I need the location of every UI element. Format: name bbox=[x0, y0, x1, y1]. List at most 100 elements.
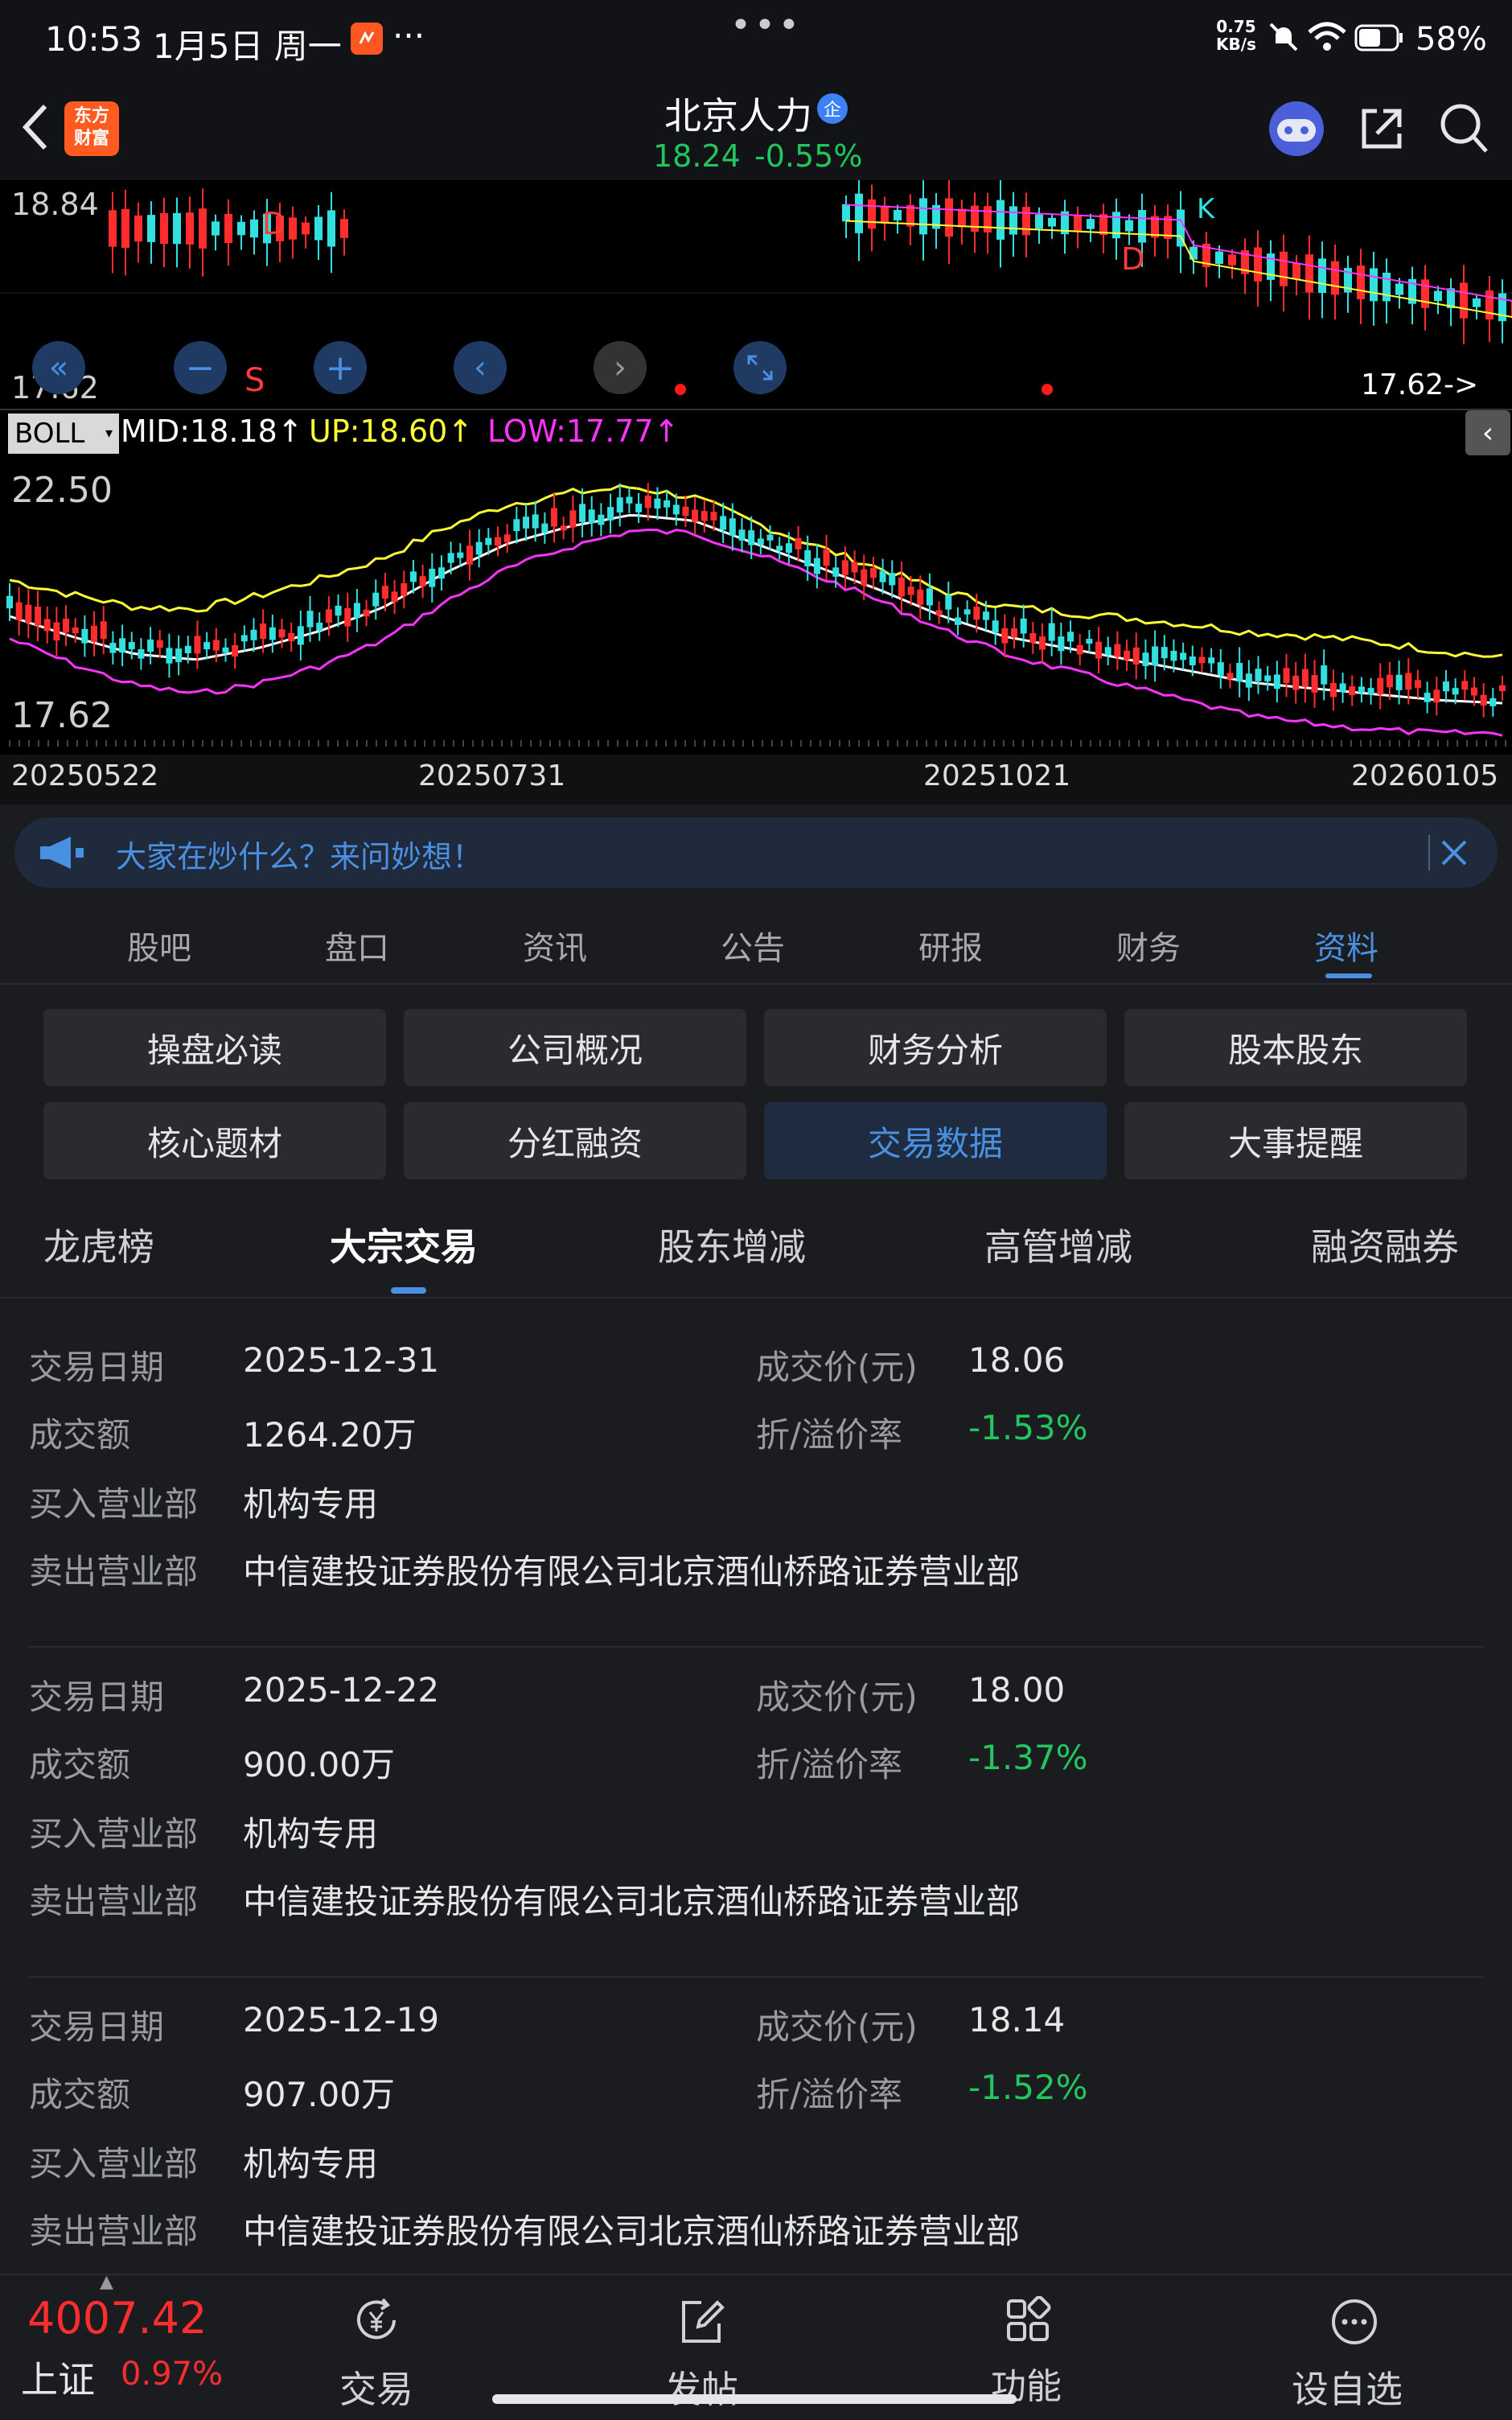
candle bbox=[119, 638, 126, 653]
grid-trading-data[interactable]: 交易数据 bbox=[764, 1102, 1107, 1179]
candle bbox=[503, 534, 511, 543]
grid-financial-analysis[interactable]: 财务分析 bbox=[764, 1009, 1107, 1086]
trading-data-subtabs: 龙虎榜 大宗交易 股东增减 高管增减 融资融券 bbox=[0, 1194, 1512, 1298]
grid-shareholders[interactable]: 股本股东 bbox=[1124, 1009, 1467, 1086]
tab-announcements[interactable]: 公告 bbox=[721, 922, 785, 969]
trade-premium: -1.52% bbox=[968, 2068, 1088, 2107]
kline-chart[interactable]: 18.84 17.62 D D K S 17.62-> « − + ‹ › BO… bbox=[0, 180, 1512, 805]
scroll-left-button[interactable]: ‹ bbox=[454, 341, 507, 394]
list-item[interactable]: 交易日期 2025-12-19 成交价(元) 18.14 成交额 907.00万… bbox=[0, 2000, 1512, 2274]
trade-amount: 900.00万 bbox=[243, 1745, 395, 1784]
label-seller: 卖出营业部 bbox=[29, 1882, 199, 1921]
label-trade-date: 交易日期 bbox=[29, 1348, 165, 1387]
notification-app-icon bbox=[351, 23, 383, 55]
last-low-pointer: 17.62-> bbox=[1361, 368, 1479, 401]
label-trade-date: 交易日期 bbox=[29, 1677, 165, 1717]
trade-buyer: 机构专用 bbox=[243, 2144, 379, 2183]
candle bbox=[1114, 644, 1121, 657]
subtab-shareholder-change[interactable]: 股东增减 bbox=[658, 1218, 806, 1271]
tab-pankou[interactable]: 盘口 bbox=[325, 922, 389, 969]
candle bbox=[222, 647, 229, 653]
candle bbox=[738, 529, 746, 541]
scroll-right-button[interactable]: › bbox=[594, 341, 647, 394]
candle bbox=[306, 611, 314, 628]
index-ticker[interactable]: ▲ 4007.42 上证 0.97% bbox=[0, 2272, 241, 2420]
list-item[interactable]: 交易日期 2025-12-22 成交价(元) 18.00 成交额 900.00万… bbox=[0, 1670, 1512, 1976]
candle bbox=[984, 206, 992, 233]
tab-research[interactable]: 研报 bbox=[918, 922, 983, 969]
tab-finance[interactable]: 财务 bbox=[1116, 922, 1181, 969]
candle bbox=[134, 215, 142, 242]
index-name: 上证 bbox=[21, 2358, 95, 2401]
grid-dividends[interactable]: 分红融资 bbox=[404, 1102, 746, 1179]
subtab-executive-change[interactable]: 高管增减 bbox=[984, 1218, 1132, 1271]
candle bbox=[1152, 646, 1159, 666]
ai-assistant-icon[interactable] bbox=[1266, 98, 1327, 159]
trade-button[interactable]: 交易 bbox=[322, 2275, 434, 2420]
candle bbox=[1311, 675, 1318, 693]
net-speed-unit: KB/s bbox=[1216, 35, 1256, 54]
candle bbox=[15, 602, 23, 620]
subtab-margin-trading[interactable]: 融资融券 bbox=[1311, 1218, 1459, 1271]
tab-guba[interactable]: 股吧 bbox=[127, 922, 191, 969]
candle bbox=[1217, 662, 1224, 676]
apps-grid-icon bbox=[1007, 2296, 1051, 2341]
candle bbox=[1074, 215, 1082, 233]
list-item[interactable]: 交易日期 2025-12-31 成交价(元) 18.06 成交额 1264.20… bbox=[0, 1340, 1512, 1646]
grid-company-overview[interactable]: 公司概况 bbox=[404, 1009, 746, 1086]
candle bbox=[199, 208, 207, 249]
candle bbox=[109, 210, 117, 247]
candle bbox=[1461, 681, 1469, 690]
home-indicator[interactable] bbox=[492, 2394, 1017, 2404]
label-seller: 卖出营业部 bbox=[29, 2212, 199, 2251]
expand-icon bbox=[747, 355, 773, 381]
candle bbox=[100, 621, 107, 640]
app-logo[interactable]: 东方 财富 bbox=[64, 101, 119, 156]
net-speed: 0.75 KB/s bbox=[1216, 18, 1256, 53]
fullscreen-button[interactable] bbox=[733, 341, 787, 394]
caret-down-icon: ▾ bbox=[105, 425, 113, 442]
share-icon[interactable] bbox=[1356, 103, 1407, 154]
candle bbox=[1321, 665, 1328, 685]
label-premium: 折/溢价率 bbox=[756, 1415, 903, 1455]
candle bbox=[1067, 632, 1074, 642]
candle bbox=[1386, 674, 1393, 688]
label-buyer: 买入营业部 bbox=[29, 2144, 199, 2183]
search-icon[interactable] bbox=[1438, 101, 1489, 154]
close-icon[interactable] bbox=[1440, 838, 1469, 867]
zoom-in-button[interactable]: + bbox=[314, 341, 367, 394]
candle bbox=[1009, 206, 1017, 235]
bottom-toolbar: ▲ 4007.42 上证 0.97% 交易 发帖 功能 设自选 bbox=[0, 2272, 1512, 2420]
zoom-out-button[interactable]: − bbox=[174, 341, 227, 394]
candle bbox=[250, 219, 258, 238]
grid-events[interactable]: 大事提醒 bbox=[1124, 1102, 1467, 1179]
candle bbox=[855, 193, 863, 233]
jump-start-button[interactable]: « bbox=[32, 341, 85, 394]
record-divider bbox=[29, 1646, 1483, 1648]
back-arrow-icon[interactable] bbox=[19, 101, 51, 153]
ask-ai-banner[interactable]: 大家在炒什么？来问妙想！ bbox=[14, 817, 1498, 888]
tab-profile[interactable]: 资料 bbox=[1314, 922, 1378, 969]
candle bbox=[616, 497, 623, 512]
window-handle-icon[interactable]: ••• bbox=[730, 5, 803, 46]
megaphone-icon bbox=[40, 837, 84, 869]
divider bbox=[1428, 835, 1430, 870]
boll-overview-panel[interactable] bbox=[0, 457, 1512, 747]
grid-must-read[interactable]: 操盘必读 bbox=[43, 1009, 386, 1086]
candle bbox=[212, 640, 220, 651]
tab-news[interactable]: 资讯 bbox=[523, 922, 587, 969]
candle bbox=[795, 537, 802, 549]
indicator-selector[interactable]: BOLL ▾ bbox=[8, 414, 119, 454]
subtab-dragon-tiger[interactable]: 龙虎榜 bbox=[43, 1218, 154, 1271]
candle bbox=[1189, 246, 1198, 260]
candle bbox=[327, 210, 335, 247]
main-high-price: 18.84 bbox=[11, 187, 99, 222]
label-amount: 成交额 bbox=[29, 2075, 131, 2114]
grid-core-themes[interactable]: 核心题材 bbox=[43, 1102, 386, 1179]
candle bbox=[1228, 254, 1236, 265]
boll-up: UP:18.60↑ bbox=[309, 414, 474, 449]
candle bbox=[269, 627, 276, 640]
add-watchlist-button[interactable]: 设自选 bbox=[1279, 2275, 1432, 2420]
subtab-block-trade[interactable]: 大宗交易 bbox=[330, 1218, 478, 1271]
collapse-panel-button[interactable]: ‹ bbox=[1465, 410, 1510, 455]
